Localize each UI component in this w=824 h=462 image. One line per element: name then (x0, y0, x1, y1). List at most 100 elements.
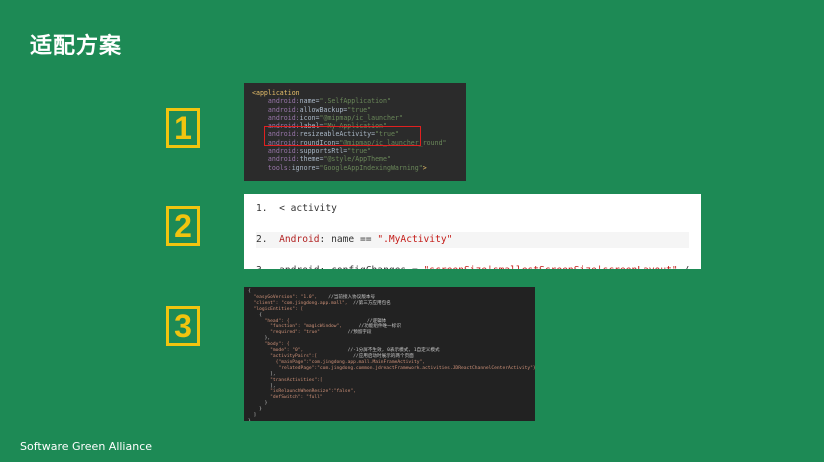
code-token: //功能组件唯一标识 (358, 324, 401, 330)
code-line: }, (248, 336, 271, 342)
code-token: ] (248, 413, 257, 419)
code-token: android: (252, 113, 300, 122)
code-line: 1. < activity (256, 201, 689, 217)
code-line: android:allowBackup="true" (252, 106, 371, 114)
code-line: android:supportsRtl="true" (252, 147, 371, 155)
code-line: tools:ignore="GoogleAppIndexingWarning"> (252, 164, 427, 172)
code-token: "screenSize|smallestScreenSize|screenLay… (424, 265, 678, 269)
code-line: } (248, 401, 268, 407)
code-token: / (678, 265, 689, 269)
code-token: "GoogleAppIndexingWarning" (319, 163, 423, 172)
code-token: "defSwitch": "full" (248, 395, 323, 401)
code-token: Android (279, 234, 320, 245)
code-token: <application (252, 89, 300, 97)
code-token: } (248, 419, 251, 421)
code-line: "function": "magicWindow", //功能组件唯一标识 (248, 324, 401, 329)
code-token: } (248, 407, 262, 413)
code-token: "@style/AppTheme" (323, 155, 391, 164)
code-token: android: (252, 105, 300, 114)
code-token: "true" (347, 105, 372, 114)
code-token: { (248, 312, 262, 318)
code-line: "body": { (248, 342, 290, 347)
code-line: android:icon="@mipmap/ic_launcher" (252, 114, 403, 122)
code-token: ".MyActivity" (377, 234, 453, 245)
code-line: { (248, 313, 262, 318)
json-config-code-screenshot: { "easyGoVersion": "1.0", //当前接入协议版本号 "c… (244, 287, 535, 421)
code-line: "relatedPage":"com.jingdong.common.jdrea… (248, 366, 535, 371)
code-token: allowBackup= (299, 105, 348, 114)
code-token: name= (299, 97, 320, 106)
code-token: } (248, 401, 268, 407)
code-token: //应用启动时展示的两个页面 (353, 353, 414, 359)
code-token: ], (248, 383, 276, 389)
code-line: "isRelaunchWhenResize":"false", (248, 389, 356, 394)
highlight-box (264, 126, 421, 146)
code-token: "required": "true" (248, 330, 348, 336)
code-line: android:theme="@style/AppTheme" (252, 155, 391, 163)
code-token: : name == (319, 234, 378, 245)
code-token: "true" (347, 147, 372, 156)
code-line: "defSwitch": "full" (248, 395, 323, 400)
code-token: android: (252, 97, 300, 106)
code-token: { (248, 289, 251, 294)
code-line: {"mainPage":"com.jingdong.app.mall.MainF… (248, 360, 425, 365)
code-token: android: (252, 147, 300, 156)
code-token: "body": { (248, 342, 290, 348)
code-token: < activity (279, 203, 337, 214)
code-token: 3. (256, 265, 279, 269)
code-line: "mode": "0", //-1分屏不生效, 0表示模式, 1自定义模式 (248, 348, 440, 354)
code-token: "client": "com.jingdong.app.mall", (248, 300, 354, 306)
code-token: "head": { (248, 318, 323, 324)
code-token: 2. (256, 234, 280, 245)
step-number-3: 3 (166, 306, 200, 346)
code-line: 3. android: configChanges = "screenSize|… (256, 263, 689, 269)
code-line: "client": "com.jingdong.app.mall", //第三方… (248, 301, 391, 306)
code-token: "function": "magicWindow", (248, 324, 359, 330)
code-token: //预留字段 (347, 330, 372, 336)
code-token: 1. (256, 203, 280, 214)
code-line: "logicEntities": [ (248, 306, 304, 312)
code-token: "relatedPage":"com.jingdong.common.jdrea… (248, 365, 535, 371)
code-token: "transActivities":[ (248, 377, 323, 383)
code-line: "required": "true" //预留字段 (248, 330, 372, 336)
code-token: > (422, 163, 427, 172)
code-line: } (248, 407, 262, 412)
code-line: } (248, 419, 251, 421)
code-token: "easyGoVersion": "1.0", (248, 294, 329, 300)
code-token: android: configChanges = (279, 265, 423, 269)
code-token: }, (248, 336, 271, 342)
code-line: "activityPairs":[ //应用启动时展示的两个页面 (248, 354, 414, 359)
activity-config-code-block: 1. < activity 2. Android: name == ".MyAc… (244, 194, 701, 269)
code-token: //-1分屏不生效, 0表示模式, 1自定义模式 (347, 348, 440, 354)
code-token: ignore= (291, 163, 320, 172)
code-token: ".SelfApplication" (319, 97, 391, 106)
code-token: "mode": "0", (248, 348, 348, 354)
step-number-1: 1 (166, 108, 200, 148)
code-token: "isRelaunchWhenResize":"false", (248, 389, 356, 395)
code-token: theme= (299, 155, 324, 164)
code-token: "logicEntities": [ (248, 306, 304, 312)
code-token: supportsRtl= (299, 147, 348, 156)
code-token: ], (248, 371, 276, 377)
code-token: tools: (252, 163, 292, 172)
code-line: { (248, 289, 251, 294)
code-line: "easyGoVersion": "1.0", //当前接入协议版本号 (248, 294, 376, 300)
slide-title: 适配方案 (30, 34, 123, 59)
code-line: "head": { //逻辑体 (248, 318, 387, 324)
code-token: //逻辑体 (322, 318, 387, 324)
code-line: ] (248, 413, 257, 419)
footer-brand: Software Green Alliance (20, 440, 153, 453)
code-line: "transActivities":[ (248, 378, 323, 383)
code-token: {"mainPage":"com.jingdong.app.mall.MainF… (248, 359, 426, 365)
code-token: android: (252, 155, 300, 164)
code-token: icon= (299, 113, 320, 122)
code-token: //第三方应用包名 (353, 300, 391, 306)
code-line: <application (252, 89, 300, 97)
code-line: 2. Android: name == ".MyActivity" (256, 232, 689, 248)
code-line: ], (248, 384, 276, 389)
code-line: ], (248, 372, 276, 377)
code-token: //当前接入协议版本号 (328, 294, 376, 300)
code-line: android:name=".SelfApplication" (252, 97, 391, 105)
code-token: "@mipmap/ic_launcher" (319, 113, 403, 122)
code-token: "activityPairs":[ (248, 353, 354, 359)
